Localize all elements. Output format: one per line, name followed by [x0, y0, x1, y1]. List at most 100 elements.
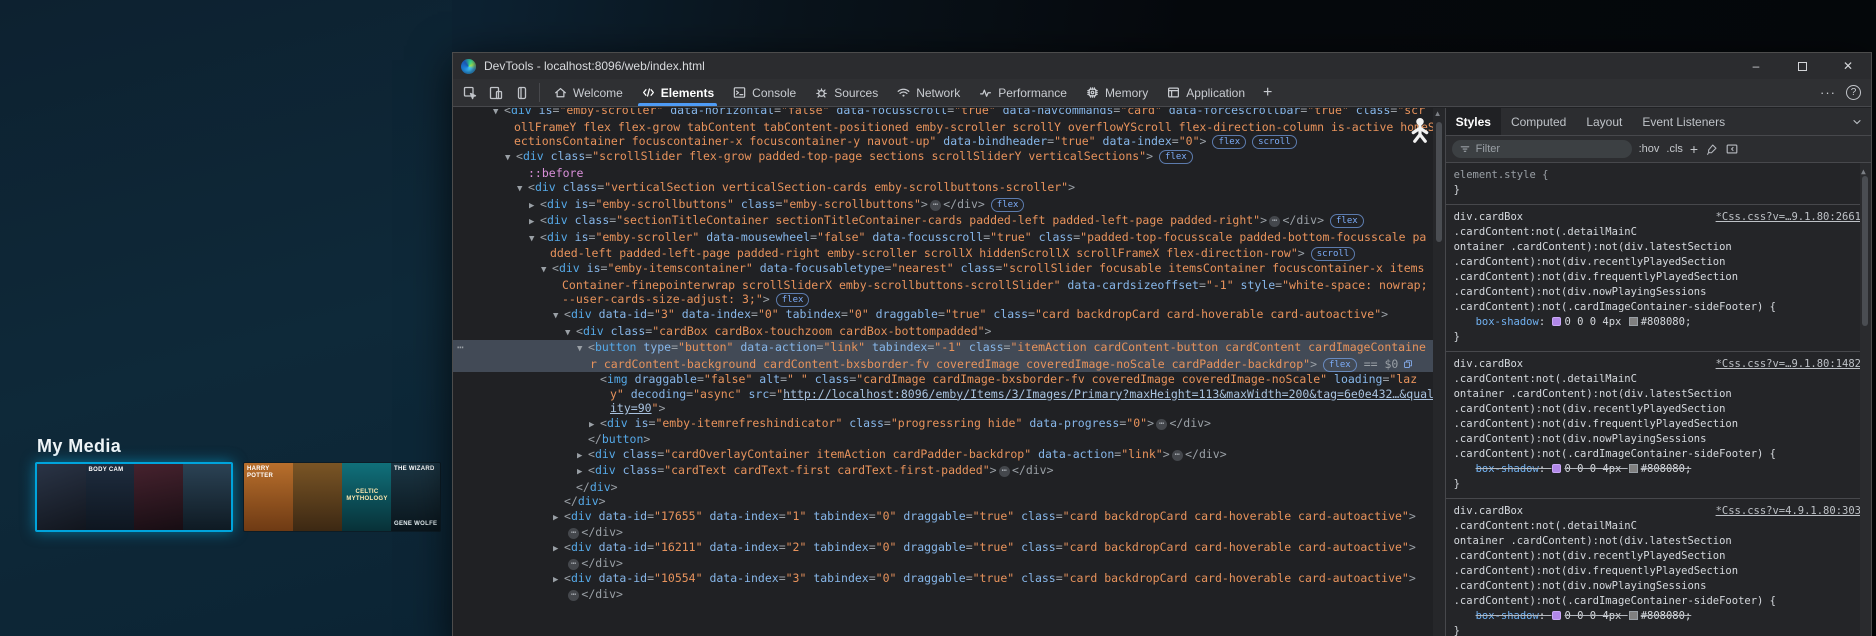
add-tab-button[interactable]: + [1254, 79, 1281, 106]
color-swatch[interactable] [1629, 464, 1638, 473]
tab-welcome[interactable]: Welcome [544, 79, 632, 106]
sidebar-tab-computed[interactable]: Computed [1501, 108, 1576, 135]
element-classes-cls-button[interactable]: .cls [1666, 143, 1683, 155]
brush-icon[interactable] [1705, 143, 1718, 156]
stylesheet-link[interactable]: *Css.css?v=4.9.1.80:303 [1716, 504, 1861, 519]
computed-pane-toggle-icon[interactable] [1725, 142, 1739, 156]
maximize-button[interactable] [1779, 53, 1825, 79]
dom-tree-row[interactable]: ▼<div is="emby-scroller" data-mousewheel… [453, 230, 1445, 247]
dom-tree-row[interactable]: dded-left padded-left-page padded-right … [453, 246, 1445, 261]
scrollbar-thumb[interactable] [1862, 176, 1868, 326]
more-options-kebab-icon[interactable]: ··· [1812, 85, 1844, 100]
dom-tree-row[interactable]: ▼<div is="emby-scroller" data-horizontal… [453, 108, 1445, 120]
dom-tree-row[interactable]: ▶<div class="sectionTitleContainer secti… [453, 213, 1445, 230]
focus-page-icon[interactable] [509, 79, 535, 106]
dom-tree-row[interactable]: ⋯</div> [453, 587, 1445, 602]
pseudo-state-hov-button[interactable]: :hov [1639, 143, 1660, 155]
dom-tree-row[interactable]: ⋯▼<button type="button" data-action="lin… [453, 340, 1445, 357]
shadow-editor-icon[interactable] [1552, 611, 1561, 620]
dom-tree-row[interactable]: ▼<div class="cardBox cardBox-touchzoom c… [453, 324, 1445, 341]
inspect-icon[interactable] [457, 79, 483, 106]
dom-tree-row[interactable]: ▶<div class="cardOverlayContainer itemAc… [453, 447, 1445, 464]
styles-filter-input[interactable]: Filter [1452, 140, 1632, 158]
css-declaration[interactable]: box-shadow: 0 0 0 4px #808080; [1454, 609, 1861, 624]
dom-tree-row[interactable]: </button> [453, 432, 1445, 447]
row-menu-ellipsis[interactable]: ⋯ [457, 340, 463, 355]
tab-application[interactable]: Application [1157, 79, 1254, 106]
color-swatch[interactable] [1629, 611, 1638, 620]
shadow-editor-icon[interactable] [1552, 464, 1561, 473]
css-declaration[interactable]: box-shadow: 0 0 0 4px #808080; [1454, 315, 1861, 330]
shadow-editor-icon[interactable] [1552, 317, 1561, 326]
dom-tree-row[interactable]: y" decoding="async" src="http://localhos… [453, 387, 1445, 402]
devtools-flex-badge[interactable]: flex [776, 293, 810, 307]
dom-tree-row[interactable]: ▶<div data-id="17655" data-index="1" tab… [453, 509, 1445, 526]
dom-tree-row[interactable]: ▶<div is="emby-itemrefreshindicator" cla… [453, 416, 1445, 433]
new-style-rule-button[interactable]: + [1690, 144, 1698, 154]
dom-tree-row[interactable]: --user-cards-size-adjust: 3;">flex [453, 292, 1445, 307]
collapsed-content-ellipsis[interactable]: ⋯ [1172, 450, 1183, 461]
collapsed-content-ellipsis[interactable]: ⋯ [999, 466, 1010, 477]
collapsed-content-ellipsis[interactable]: ⋯ [930, 200, 941, 211]
dom-tree-row[interactable]: ▶<div data-id="10554" data-index="3" tab… [453, 571, 1445, 588]
dom-tree-row[interactable]: ▶<div is="emby-scrollbuttons" class="emb… [453, 197, 1445, 214]
css-declaration[interactable]: box-shadow: 0 0 0 4px #808080; [1454, 462, 1861, 477]
dom-tree-row[interactable]: ity=90"> [453, 401, 1445, 416]
copy-icon[interactable] [1403, 358, 1413, 373]
help-icon[interactable]: ? [1846, 85, 1861, 100]
dom-tree-row[interactable]: ▼<div class="scrollSlider flex-grow padd… [453, 149, 1445, 166]
tab-sources[interactable]: Sources [805, 79, 887, 106]
stylesheet-link[interactable]: *Css.css?v=…9.1.80:1482 [1716, 357, 1861, 372]
dom-tree-row[interactable]: ::before [453, 166, 1445, 181]
dom-tree-row[interactable]: ⋯</div> [453, 525, 1445, 540]
devtools-flex-badge[interactable]: flex [1212, 135, 1246, 149]
css-rule-block[interactable]: div.cardBox*Css.css?v=4.9.1.80:303.cardC… [1446, 499, 1871, 636]
dom-tree-row[interactable]: <img draggable="false" alt=" " class="ca… [453, 372, 1445, 387]
chevron-down-icon[interactable] [1843, 108, 1871, 135]
tab-memory[interactable]: Memory [1076, 79, 1157, 106]
css-rule-block[interactable]: div.cardBox*Css.css?v=…9.1.80:2661.cardC… [1446, 205, 1871, 352]
dom-tree-row[interactable]: ▼<div data-id="3" data-index="0" tabinde… [453, 307, 1445, 324]
sidebar-tab-event-listeners[interactable]: Event Listeners [1632, 108, 1735, 135]
device-toolbar-icon[interactable] [483, 79, 509, 106]
dom-tree-row[interactable]: ectionsContainer focuscontainer-x focusc… [453, 134, 1445, 149]
tab-network[interactable]: Network [887, 79, 969, 106]
devtools-flex-badge[interactable]: flex [1323, 358, 1357, 372]
collapsed-content-ellipsis[interactable]: ⋯ [568, 559, 579, 570]
devtools-scroll-badge[interactable]: scroll [1311, 247, 1356, 261]
dom-tree-row[interactable]: ▶<div class="cardText cardText-first car… [453, 463, 1445, 480]
media-card-movies[interactable]: BODY CAM [35, 462, 233, 532]
element-style-block[interactable]: element.style { } [1446, 163, 1871, 205]
devtools-flex-badge[interactable]: flex [1330, 214, 1364, 228]
dom-tree-row[interactable]: ollFrameY flex flex-grow tabContent tabC… [453, 120, 1445, 135]
dom-tree-row[interactable]: ▼<div is="emby-itemscontainer" data-focu… [453, 261, 1445, 278]
collapsed-content-ellipsis[interactable]: ⋯ [568, 590, 579, 601]
tab-console[interactable]: Console [723, 79, 805, 106]
dom-tree-row[interactable]: ▶<div data-id="16211" data-index="2" tab… [453, 540, 1445, 557]
sidebar-tab-layout[interactable]: Layout [1576, 108, 1632, 135]
styles-scrollbar[interactable]: ▲ [1860, 163, 1871, 636]
dom-tree-row[interactable]: </div> [453, 494, 1445, 509]
tab-performance[interactable]: Performance [969, 79, 1076, 106]
collapsed-content-ellipsis[interactable]: ⋯ [568, 528, 579, 539]
sidebar-tab-styles[interactable]: Styles [1446, 108, 1501, 135]
media-card-books[interactable]: HARRY POTTER CELTIC MYTHOLOGY THE WIZARD… [243, 462, 441, 532]
stylesheet-link[interactable]: *Css.css?v=…9.1.80:2661 [1716, 210, 1861, 225]
close-button[interactable]: ✕ [1825, 53, 1871, 79]
image-src-link[interactable]: ity=90 [610, 401, 652, 415]
dom-tree-row[interactable]: ▼<div class="verticalSection verticalSec… [453, 180, 1445, 197]
css-rule-block[interactable]: div.cardBox*Css.css?v=…9.1.80:1482.cardC… [1446, 352, 1871, 499]
dom-tree-row[interactable]: Container-finepointerwrap scrollSliderX … [453, 278, 1445, 293]
devtools-flex-badge[interactable]: flex [1159, 150, 1193, 164]
collapsed-content-ellipsis[interactable]: ⋯ [1156, 419, 1167, 430]
minimize-button[interactable]: – [1733, 53, 1779, 79]
elements-scrollbar[interactable]: ▲ [1433, 108, 1445, 636]
color-swatch[interactable] [1629, 317, 1638, 326]
dom-tree-row[interactable]: r cardContent-background cardContent-bxs… [453, 357, 1445, 373]
devtools-scroll-badge[interactable]: scroll [1252, 135, 1297, 149]
my-media-heading[interactable]: My Media [37, 436, 121, 457]
dom-tree-row[interactable]: </div> [453, 480, 1445, 495]
tab-elements[interactable]: Elements [632, 79, 723, 106]
collapsed-content-ellipsis[interactable]: ⋯ [1269, 216, 1280, 227]
dom-tree-row[interactable]: ⋯</div> [453, 556, 1445, 571]
